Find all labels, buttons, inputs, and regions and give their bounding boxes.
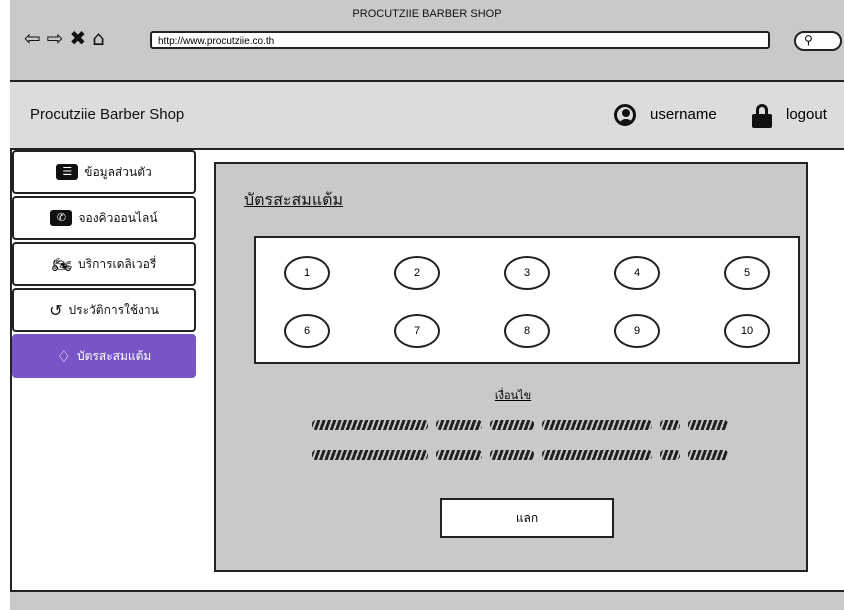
brand-name: Procutziie Barber Shop (30, 106, 185, 123)
conditions-text-placeholder (490, 450, 534, 460)
browser-chrome: PROCUTZIIE BARBER SHOP ⇦ ⇨ ✖ ⌂ http://ww… (10, 0, 844, 82)
user-avatar-icon[interactable] (614, 104, 636, 126)
sidebar-item-profile[interactable]: ☰ ข้อมูลส่วนตัว (12, 150, 196, 194)
app-header: Procutziie Barber Shop username logout (10, 82, 844, 150)
stamp-slot: 8 (504, 314, 550, 348)
conditions-text-placeholder (312, 450, 428, 460)
conditions-text-placeholder (688, 420, 728, 430)
conditions-text-placeholder (542, 450, 652, 460)
redeem-button[interactable]: แลก (440, 498, 614, 538)
conditions-text-placeholder (542, 420, 652, 430)
page-title: บัตรสะสมแต้ม (244, 190, 344, 209)
points-card-panel: บัตรสะสมแต้ม 1 2 3 4 5 6 7 8 9 10 เงื่อน… (214, 162, 808, 572)
stamp-slot: 4 (614, 256, 660, 290)
lock-icon[interactable] (752, 104, 772, 128)
stamp-slot: 7 (394, 314, 440, 348)
window-title: PROCUTZIIE BARBER SHOP (352, 8, 502, 20)
sidebar-item-delivery[interactable]: 🏍 บริการเดลิเวอรี่ (12, 242, 196, 286)
stamp-slot: 1 (284, 256, 330, 290)
home-icon[interactable]: ⌂ (92, 28, 105, 48)
stamp-slot: 5 (724, 256, 770, 290)
sidebar-item-points-card[interactable]: ♢ บัตรสะสมแต้ม (12, 334, 196, 378)
conditions-text-placeholder (688, 450, 728, 460)
sidebar-item-history[interactable]: ↺ ประวัติการใช้งาน (12, 288, 196, 332)
phone-icon: ✆ (50, 210, 73, 226)
close-icon[interactable]: ✖ (70, 28, 87, 48)
back-arrow-icon[interactable]: ⇦ (24, 28, 41, 48)
url-bar[interactable]: http://www.procutziie.co.th (150, 31, 770, 49)
conditions-text-placeholder (660, 420, 680, 430)
conditions-text-placeholder (312, 420, 428, 430)
stamp-slot: 6 (284, 314, 330, 348)
sidebar: ☰ ข้อมูลส่วนตัว ✆ จองคิวออนไลน์ 🏍 บริการ… (12, 150, 196, 380)
sidebar-item-booking[interactable]: ✆ จองคิวออนไลน์ (12, 196, 196, 240)
sidebar-item-label: ประวัติการใช้งาน (68, 302, 159, 317)
sidebar-item-label: ข้อมูลส่วนตัว (84, 164, 152, 179)
footer-bar (10, 590, 844, 610)
conditions-text-placeholder (436, 450, 482, 460)
id-card-icon: ☰ (56, 164, 79, 180)
diamond-icon: ♢ (56, 346, 72, 366)
conditions-text-placeholder (660, 450, 680, 460)
conditions-title: เงื่อนไข (494, 389, 532, 402)
stamp-slot: 2 (394, 256, 440, 290)
search-button[interactable]: ⚲ (794, 31, 842, 51)
history-icon: ↺ (49, 300, 63, 320)
username-link[interactable]: username (650, 106, 717, 123)
stamp-slot: 3 (504, 256, 550, 290)
stamp-slot: 9 (614, 314, 660, 348)
conditions-text-placeholder (490, 420, 534, 430)
stamp-grid: 1 2 3 4 5 6 7 8 9 10 (254, 236, 800, 364)
logout-link[interactable]: logout (786, 106, 827, 123)
sidebar-item-label: บริการเดลิเวอรี่ (78, 256, 157, 271)
conditions-text-placeholder (436, 420, 482, 430)
stamp-slot: 10 (724, 314, 770, 348)
forward-arrow-icon[interactable]: ⇨ (47, 28, 64, 48)
sidebar-item-label: บัตรสะสมแต้ม (77, 348, 152, 363)
sidebar-item-label: จองคิวออนไลน์ (78, 210, 158, 225)
motorbike-icon: 🏍 (51, 254, 73, 274)
search-icon: ⚲ (804, 33, 813, 47)
